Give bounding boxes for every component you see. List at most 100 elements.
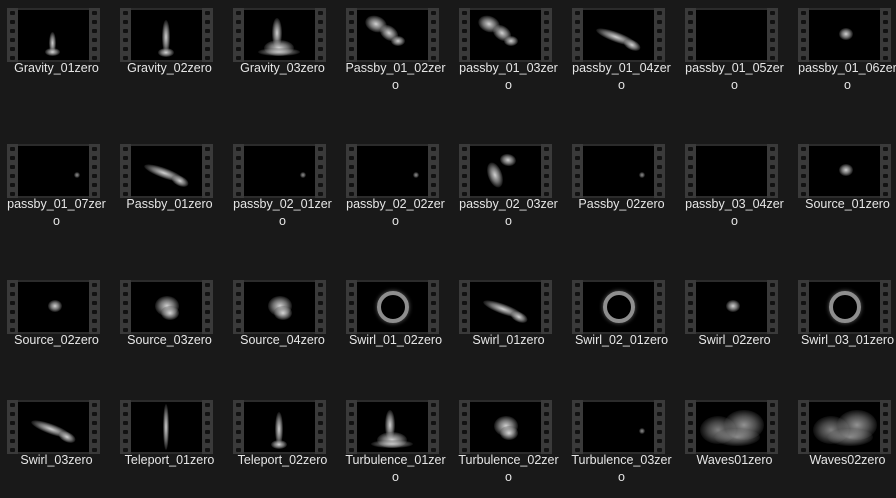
video-file-item[interactable]: Swirl_02zero — [678, 272, 791, 402]
file-name-label[interactable]: passby_01_05zero — [678, 60, 791, 94]
video-thumbnail-icon[interactable] — [798, 280, 891, 334]
video-file-item[interactable]: passby_03_04zero — [678, 136, 791, 266]
video-file-item[interactable]: Source_01zero — [791, 136, 896, 266]
file-name-label[interactable]: Source_02zero — [0, 332, 113, 349]
video-file-item[interactable]: Swirl_03zero — [0, 392, 113, 498]
file-name-label[interactable]: passby_02_01zero — [226, 196, 339, 230]
video-thumbnail-icon[interactable] — [7, 280, 100, 334]
video-file-item[interactable]: Gravity_02zero — [113, 0, 226, 130]
video-file-item[interactable]: Swirl_03_01zero — [791, 272, 896, 402]
video-file-item[interactable]: Source_03zero — [113, 272, 226, 402]
smoke-column-wide-icon — [244, 10, 315, 60]
film-strip-right — [541, 280, 552, 334]
video-thumbnail-icon[interactable] — [346, 400, 439, 454]
file-name-label[interactable]: Swirl_03_01zero — [791, 332, 896, 349]
video-file-item[interactable]: Teleport_01zero — [113, 392, 226, 498]
video-file-item[interactable]: Teleport_02zero — [226, 392, 339, 498]
film-strip-left — [572, 8, 583, 62]
video-file-item[interactable]: Source_02zero — [0, 272, 113, 402]
file-name-label[interactable]: Source_01zero — [791, 196, 896, 213]
video-thumbnail-icon[interactable] — [572, 8, 665, 62]
video-file-item[interactable]: passby_01_07zero — [0, 136, 113, 266]
file-name-label[interactable]: Source_03zero — [113, 332, 226, 349]
smoke-streak-icon — [131, 146, 202, 196]
video-thumbnail-icon[interactable] — [7, 8, 100, 62]
file-name-label[interactable]: Source_04zero — [226, 332, 339, 349]
video-thumbnail-icon[interactable] — [7, 144, 100, 198]
video-thumbnail-icon[interactable] — [685, 8, 778, 62]
file-name-label[interactable]: Gravity_03zero — [226, 60, 339, 77]
video-thumbnail-icon[interactable] — [685, 400, 778, 454]
file-name-label[interactable]: Waves02zero — [791, 452, 896, 469]
file-name-label[interactable]: Swirl_01zero — [452, 332, 565, 349]
file-name-label[interactable]: Turbulence_01zero — [339, 452, 452, 486]
file-name-label[interactable]: passby_02_02zero — [339, 196, 452, 230]
video-thumbnail-icon[interactable] — [572, 280, 665, 334]
file-name-label[interactable]: passby_02_03zero — [452, 196, 565, 230]
file-name-label[interactable]: Swirl_02zero — [678, 332, 791, 349]
video-file-item[interactable]: Passby_01zero — [113, 136, 226, 266]
video-thumbnail-icon[interactable] — [120, 280, 213, 334]
video-thumbnail-icon[interactable] — [685, 144, 778, 198]
file-name-label[interactable]: Waves01zero — [678, 452, 791, 469]
video-file-item[interactable]: Gravity_03zero — [226, 0, 339, 130]
video-file-item[interactable]: passby_01_04zero — [565, 0, 678, 130]
video-file-item[interactable]: passby_02_01zero — [226, 136, 339, 266]
video-thumbnail-icon[interactable] — [7, 400, 100, 454]
video-file-item[interactable]: Passby_01_02zero — [339, 0, 452, 130]
file-name-label[interactable]: Passby_01zero — [113, 196, 226, 213]
video-file-item[interactable]: Swirl_01_02zero — [339, 272, 452, 402]
file-name-label[interactable]: Swirl_01_02zero — [339, 332, 452, 349]
file-name-label[interactable]: passby_01_06zero — [791, 60, 896, 94]
file-name-label[interactable]: Gravity_01zero — [0, 60, 113, 77]
video-file-item[interactable]: passby_01_03zero — [452, 0, 565, 130]
file-name-label[interactable]: Gravity_02zero — [113, 60, 226, 77]
video-thumbnail-icon[interactable] — [233, 144, 326, 198]
video-file-item[interactable]: passby_01_06zero — [791, 0, 896, 130]
file-name-label[interactable]: passby_01_03zero — [452, 60, 565, 94]
video-file-item[interactable]: Source_04zero — [226, 272, 339, 402]
video-file-item[interactable]: Waves01zero — [678, 392, 791, 498]
video-thumbnail-icon[interactable] — [798, 144, 891, 198]
video-thumbnail-icon[interactable] — [685, 280, 778, 334]
video-thumbnail-icon[interactable] — [572, 144, 665, 198]
video-thumbnail-icon[interactable] — [346, 144, 439, 198]
video-thumbnail-icon[interactable] — [459, 280, 552, 334]
video-thumbnail-icon[interactable] — [233, 400, 326, 454]
video-thumbnail-icon[interactable] — [120, 144, 213, 198]
video-thumbnail-icon[interactable] — [798, 400, 891, 454]
video-thumbnail-icon[interactable] — [572, 400, 665, 454]
video-thumbnail-icon[interactable] — [346, 280, 439, 334]
file-name-label[interactable]: Turbulence_03zero — [565, 452, 678, 486]
video-thumbnail-icon[interactable] — [346, 8, 439, 62]
video-thumbnail-icon[interactable] — [233, 280, 326, 334]
video-file-item[interactable]: Passby_02zero — [565, 136, 678, 266]
video-file-item[interactable]: Waves02zero — [791, 392, 896, 498]
video-thumbnail-icon[interactable] — [459, 8, 552, 62]
video-file-item[interactable]: Swirl_02_01zero — [565, 272, 678, 402]
file-name-label[interactable]: passby_03_04zero — [678, 196, 791, 230]
video-file-item[interactable]: Gravity_01zero — [0, 0, 113, 130]
video-file-item[interactable]: Turbulence_02zero — [452, 392, 565, 498]
file-name-label[interactable]: passby_01_04zero — [565, 60, 678, 94]
file-name-label[interactable]: Swirl_03zero — [0, 452, 113, 469]
video-thumbnail-icon[interactable] — [798, 8, 891, 62]
video-file-item[interactable]: passby_01_05zero — [678, 0, 791, 130]
video-thumbnail-icon[interactable] — [120, 400, 213, 454]
file-name-label[interactable]: Passby_02zero — [565, 196, 678, 213]
file-name-label[interactable]: passby_01_07zero — [0, 196, 113, 230]
video-file-item[interactable]: Turbulence_01zero — [339, 392, 452, 498]
video-thumbnail-icon[interactable] — [120, 8, 213, 62]
video-file-item[interactable]: passby_02_02zero — [339, 136, 452, 266]
file-name-label[interactable]: Turbulence_02zero — [452, 452, 565, 486]
file-name-label[interactable]: Teleport_02zero — [226, 452, 339, 469]
file-name-label[interactable]: Teleport_01zero — [113, 452, 226, 469]
file-name-label[interactable]: Passby_01_02zero — [339, 60, 452, 94]
file-name-label[interactable]: Swirl_02_01zero — [565, 332, 678, 349]
video-file-item[interactable]: passby_02_03zero — [452, 136, 565, 266]
video-file-item[interactable]: Turbulence_03zero — [565, 392, 678, 498]
video-thumbnail-icon[interactable] — [459, 400, 552, 454]
video-file-item[interactable]: Swirl_01zero — [452, 272, 565, 402]
video-thumbnail-icon[interactable] — [233, 8, 326, 62]
video-thumbnail-icon[interactable] — [459, 144, 552, 198]
